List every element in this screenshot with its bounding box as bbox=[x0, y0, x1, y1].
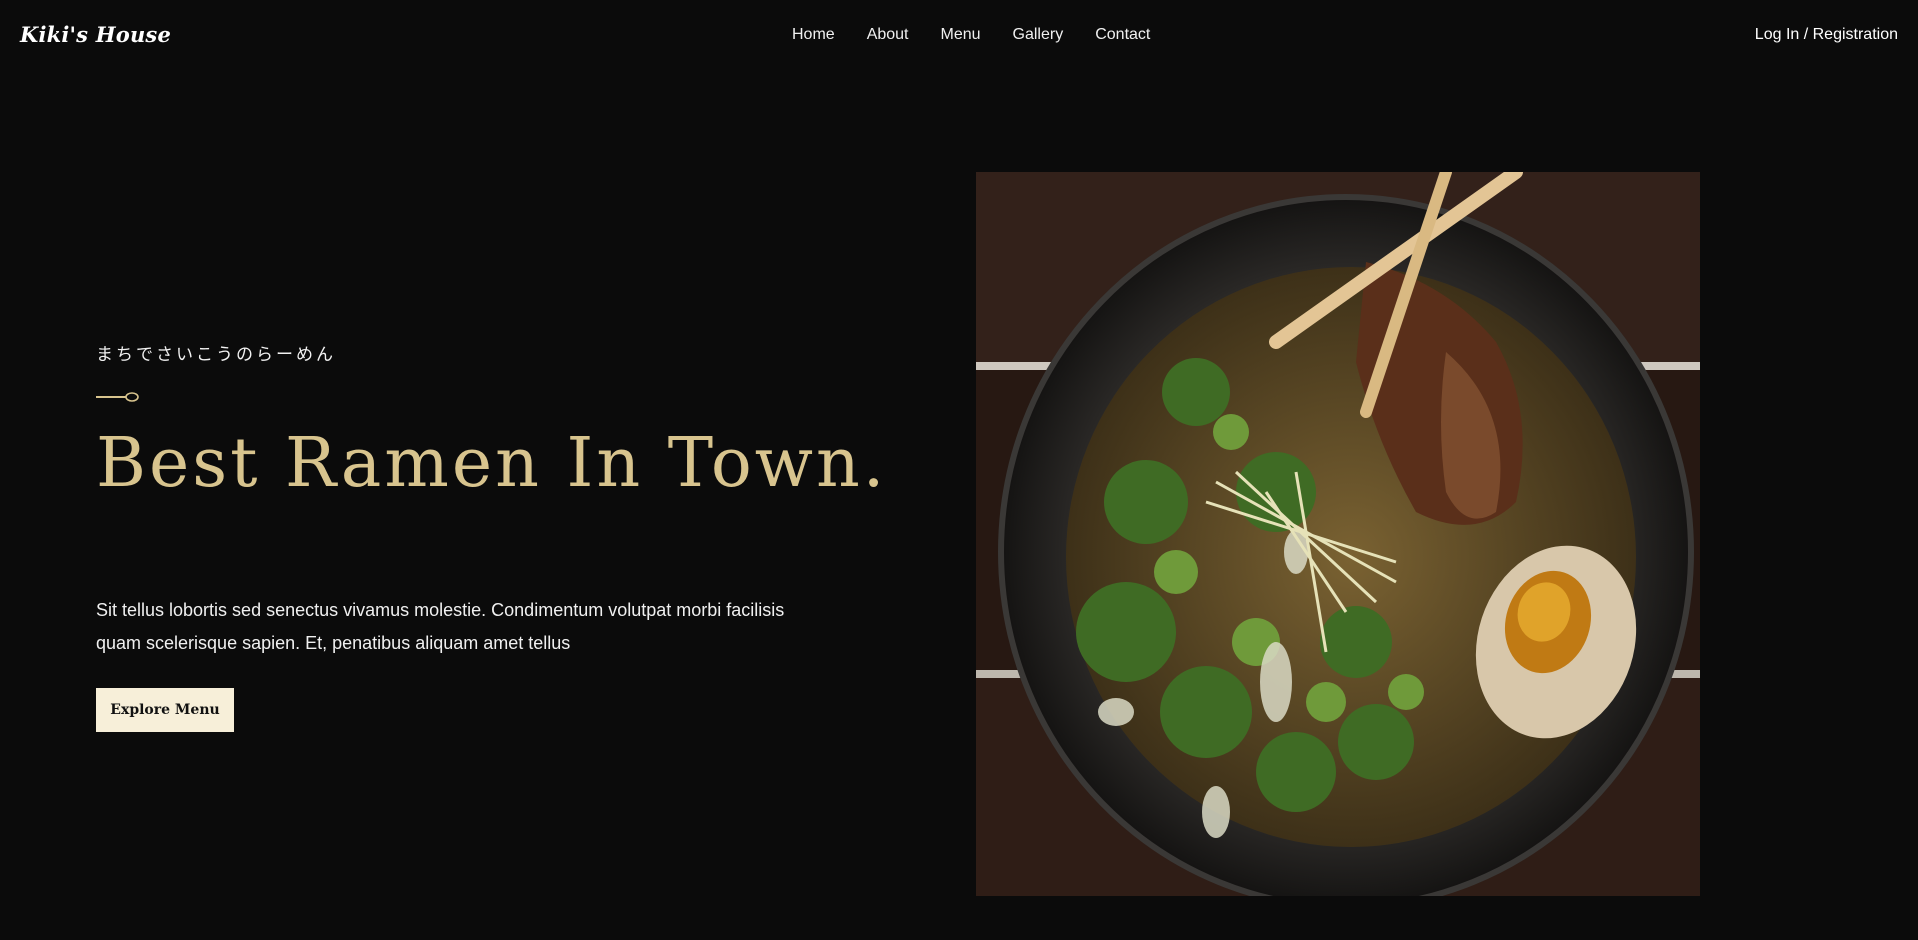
main-nav: Home About Menu Gallery Contact bbox=[792, 26, 1150, 44]
hero-headline: Best Ramen In Town. bbox=[96, 424, 888, 503]
explore-menu-button[interactable]: Explore Menu bbox=[96, 688, 234, 732]
nav-link-gallery[interactable]: Gallery bbox=[1013, 26, 1064, 44]
login-registration-link[interactable]: Log In / Registration bbox=[1755, 26, 1898, 44]
nav-link-home[interactable]: Home bbox=[792, 26, 835, 44]
spoon-divider-icon bbox=[96, 392, 139, 402]
nav-link-contact[interactable]: Contact bbox=[1095, 26, 1150, 44]
site-logo[interactable]: Kiki's House bbox=[20, 22, 171, 47]
hero-text-section: まちでさいこうのらーめん Best Ramen In Town. Sit tel… bbox=[96, 340, 888, 732]
nav-link-about[interactable]: About bbox=[867, 26, 909, 44]
nav-link-menu[interactable]: Menu bbox=[941, 26, 981, 44]
ramen-bowl-image bbox=[976, 172, 1700, 896]
hero-description: Sit tellus lobortis sed senectus vivamus… bbox=[96, 600, 785, 653]
japanese-tagline: まちでさいこうのらーめん bbox=[96, 345, 336, 365]
navbar: Kiki's House Home About Menu Gallery Con… bbox=[0, 0, 1918, 76]
ramen-illustration bbox=[976, 172, 1700, 896]
